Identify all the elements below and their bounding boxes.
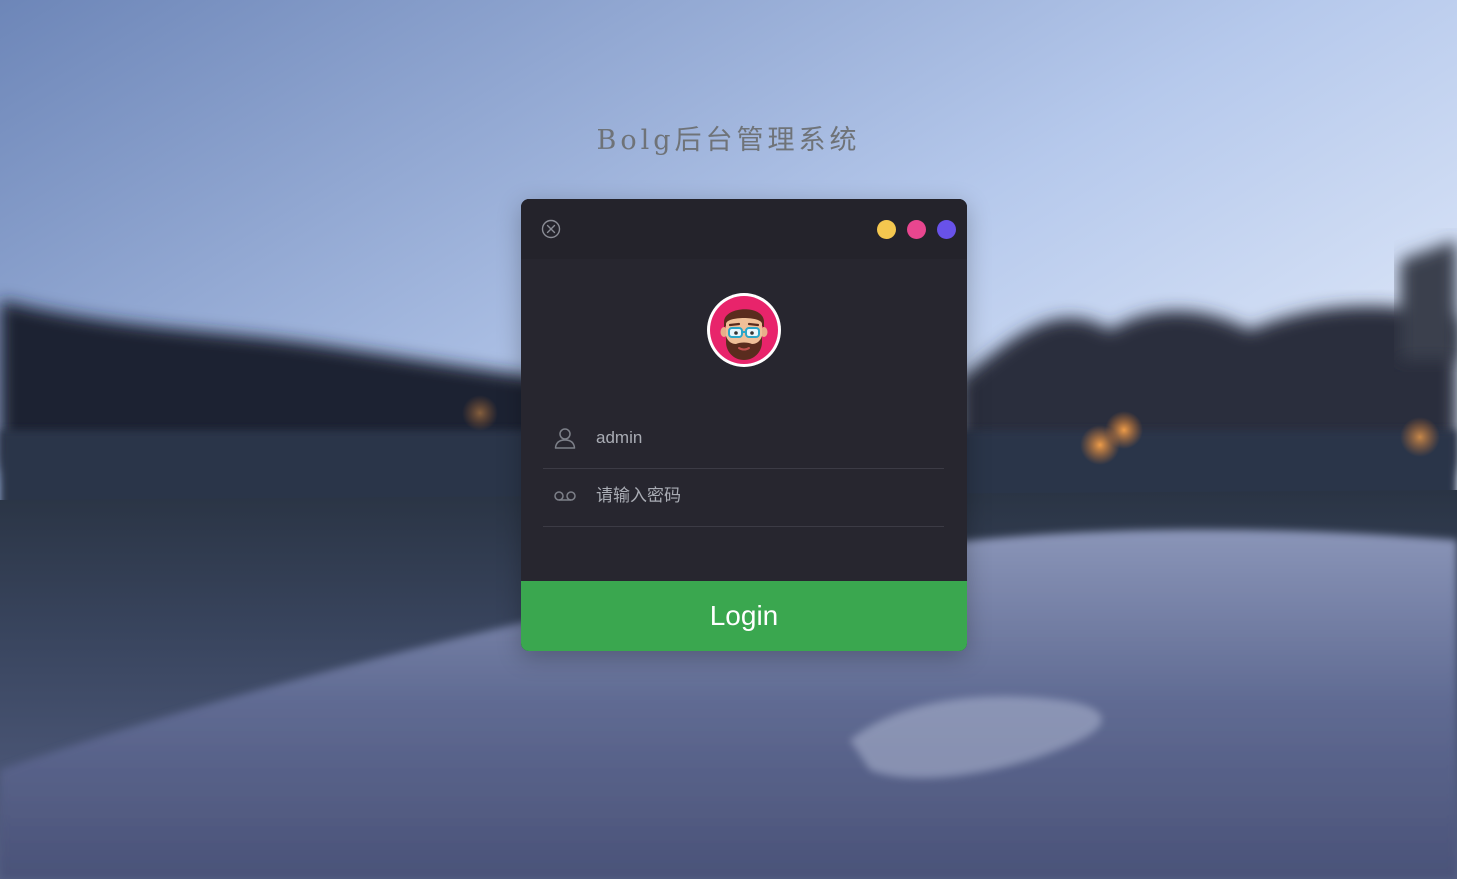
close-icon[interactable]: [541, 219, 561, 239]
page-title: Bolg后台管理系统: [596, 125, 861, 156]
username-input[interactable]: [596, 422, 926, 454]
user-icon: [553, 426, 577, 450]
username-field: [543, 410, 944, 469]
login-button[interactable]: Login: [521, 581, 967, 651]
window-titlebar: [521, 199, 967, 259]
window-dot-pink: [907, 220, 926, 239]
login-window: Login: [521, 199, 967, 651]
avatar-icon: [706, 292, 782, 368]
password-icon: [553, 484, 577, 508]
password-input[interactable]: [596, 480, 926, 512]
window-dot-yellow: [877, 220, 896, 239]
password-field: [543, 468, 944, 527]
window-dot-purple: [937, 220, 956, 239]
